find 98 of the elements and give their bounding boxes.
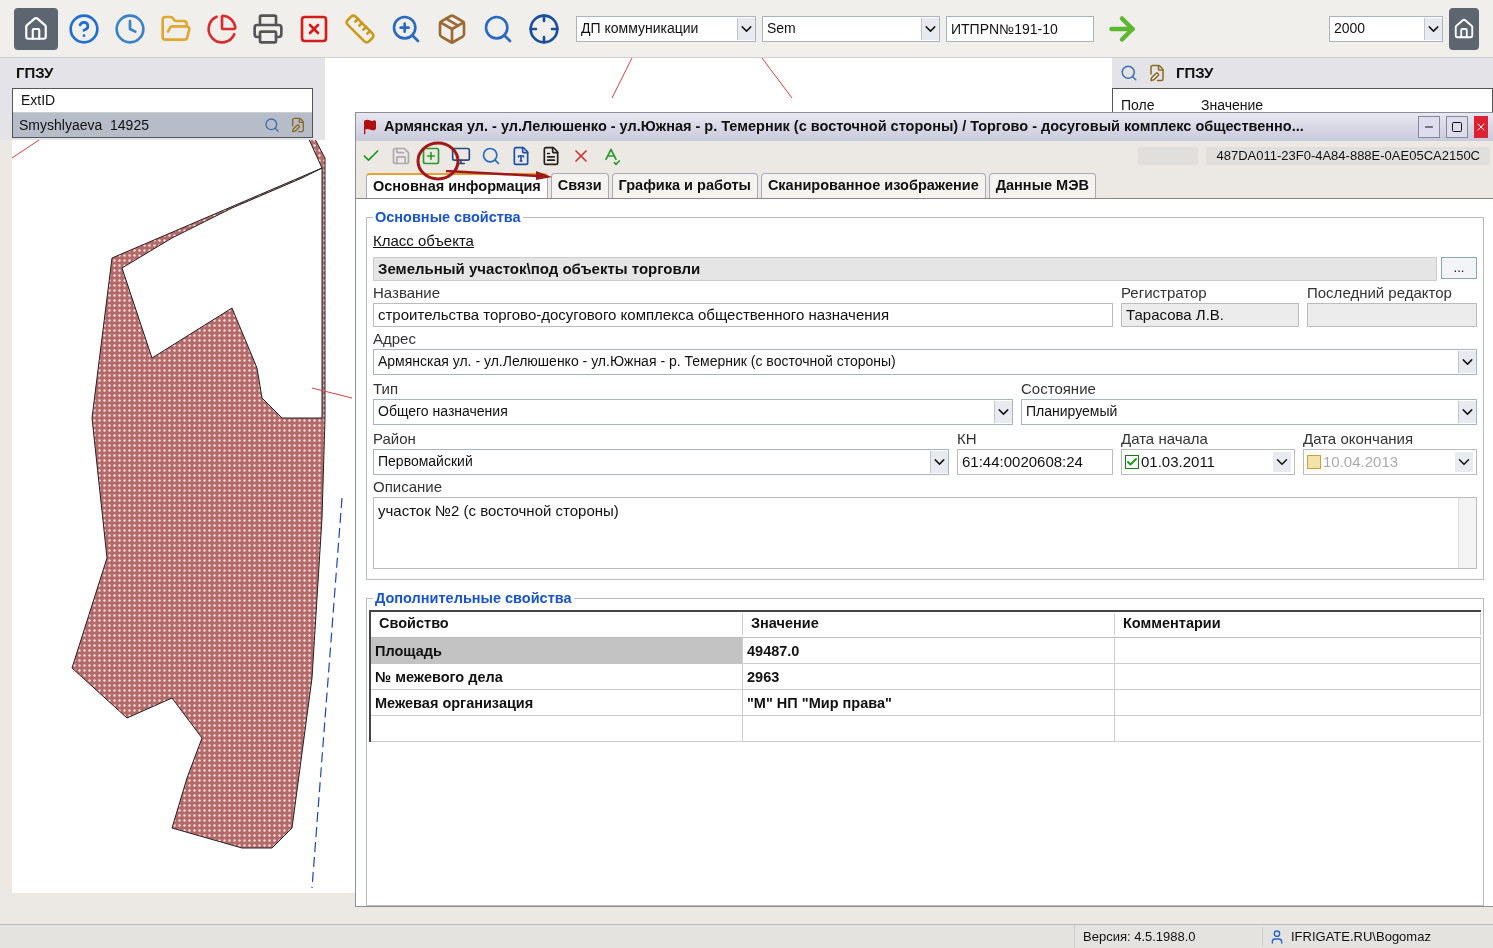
checkbox[interactable] [1125, 454, 1139, 469]
monitor-button[interactable] [450, 145, 472, 167]
field-label: КН [957, 428, 978, 449]
browse-button[interactable]: ... [1441, 256, 1477, 279]
table-row[interactable]: Межевая организация "М" НП "Мир права" [371, 689, 1481, 716]
field-label: Адрес [373, 328, 417, 349]
column-header: Комментарии [1115, 613, 1481, 635]
scrollbar [1458, 497, 1476, 568]
column-header: Свойство [371, 613, 743, 635]
pie-chart-icon [206, 12, 238, 45]
date-picker[interactable]: 01.03.2011 [1121, 448, 1295, 475]
field-label: Тип [373, 378, 399, 399]
dropdown-caret-icon [1455, 451, 1473, 472]
field-label: Дата начала [1121, 428, 1209, 449]
user-name: IFRIGATE.RU\Bogomaz [1291, 927, 1431, 946]
home-icon [1453, 17, 1475, 40]
annotation-circle [416, 141, 460, 181]
home-icon [23, 15, 49, 42]
state-dropdown[interactable]: Планируемый [1021, 398, 1477, 425]
field-label: Последний редактор [1307, 282, 1453, 303]
search-button[interactable] [480, 145, 502, 167]
column-header: Поле [1120, 96, 1156, 115]
field-label: Название [373, 282, 442, 303]
help-icon [68, 12, 100, 45]
edit-icon [1148, 64, 1166, 82]
field-dropdown[interactable]: Sem [762, 15, 940, 42]
table-cell: "М" НП "Мир права" [743, 689, 1115, 716]
tab[interactable]: Сканированное изображение [760, 173, 986, 198]
printer-icon [252, 12, 284, 45]
scale-dropdown[interactable]: 2000 [1329, 15, 1443, 42]
add-icon [421, 146, 441, 166]
dropdown-caret-icon [921, 17, 939, 40]
table-cell: 49487.0 [743, 637, 1115, 664]
panel-title: ГПЗУ [15, 62, 55, 83]
column-header: Значение [743, 613, 1115, 635]
search-field[interactable]: ИТПРN№191-10 [946, 15, 1094, 42]
dropdown-caret-icon [1273, 451, 1291, 472]
close-button[interactable] [1474, 116, 1488, 138]
table-row[interactable]: Площадь 49487.0 [371, 637, 1481, 664]
list-row[interactable]: Smyshlyaeva 14925 [13, 113, 312, 137]
zoom-icon [1120, 64, 1138, 82]
text-area[interactable]: участок №2 (с восточной стороны) [373, 496, 1477, 569]
dropdown-caret-icon [930, 450, 948, 473]
input-field: Тарасова Л.В. [1121, 302, 1299, 327]
version-text: Версия: 4.5.1988.0 [1075, 926, 1263, 947]
zoom-icon [264, 117, 280, 133]
home-button[interactable] [1449, 7, 1479, 50]
maximize-icon [1451, 121, 1463, 133]
field-label: Дата окончания [1303, 428, 1415, 449]
tab[interactable]: Данные МЭВ [988, 173, 1096, 198]
home-button[interactable] [14, 7, 58, 50]
column-header: ExtID [20, 91, 57, 110]
tab[interactable]: Основная информация [366, 173, 548, 198]
box-icon [436, 12, 468, 45]
minimize-button[interactable] [1418, 116, 1440, 138]
search-icon [481, 146, 501, 166]
window-title: Армянская ул. - ул.Лелюшенко - ул.Южная - р. Темерник (с восточной стороны) / Торгово - досуговый комплекс общественно... [384, 117, 1305, 137]
tab[interactable]: Графика и работы [611, 173, 758, 198]
edit-icon [290, 117, 306, 133]
class-link[interactable]: Класс объекта [373, 231, 474, 249]
group-title: Дополнительные свойства [374, 588, 573, 608]
district-dropdown[interactable]: Первомайский [373, 448, 949, 475]
class-field: Земельный участок\под объекты торговли [373, 256, 1437, 281]
panel-title: ГПЗУ [1176, 62, 1214, 83]
checkbox[interactable] [1307, 454, 1321, 469]
field-label: Регистратор [1121, 282, 1208, 303]
layer-dropdown[interactable]: ДП коммуникации [576, 15, 756, 42]
add-button[interactable] [420, 145, 442, 167]
table-cell: 2963 [743, 663, 1115, 690]
field-label: Район [373, 428, 417, 449]
column-header: Значение [1200, 96, 1265, 115]
save-icon [391, 146, 411, 166]
flag-icon [362, 119, 378, 135]
dropdown-caret-icon [737, 17, 755, 40]
ruler-icon [344, 12, 376, 45]
input-field[interactable]: 61:44:0020608:24 [957, 448, 1113, 475]
input-field[interactable]: строительства торгово-досугового комплекса общественного назначения [373, 302, 1113, 327]
dropdown-caret-icon [1458, 400, 1476, 423]
table-cell: № межевого дела [371, 663, 743, 690]
maximize-button[interactable] [1446, 116, 1468, 138]
document-icon [541, 146, 561, 166]
group-title: Основные свойства [374, 208, 522, 227]
field-label: Состояние [1021, 378, 1097, 399]
table-cell: Площадь [371, 637, 743, 664]
object-id: 487DA011-23F0-4A84-888E-0AE05CA2150C [1206, 147, 1490, 165]
dropdown-caret-icon [994, 400, 1012, 423]
monitor-icon [451, 146, 471, 166]
table-cell: Межевая организация [371, 689, 743, 716]
address-dropdown[interactable]: Армянская ул. - ул.Лелюшенко - ул.Южная - р. Темерник (с восточной стороны) [373, 348, 1477, 375]
close-icon [1475, 121, 1487, 133]
field-label: Описание [373, 476, 444, 497]
dropdown-caret-icon [1458, 350, 1476, 373]
user-icon [1269, 928, 1285, 945]
clock-icon [114, 12, 146, 45]
type-dropdown[interactable]: Общего назначения [373, 398, 1013, 425]
dropdown-caret-icon [1424, 17, 1442, 40]
tab[interactable]: Связи [550, 173, 609, 198]
table-row[interactable]: № межевого дела 2963 [371, 663, 1481, 690]
